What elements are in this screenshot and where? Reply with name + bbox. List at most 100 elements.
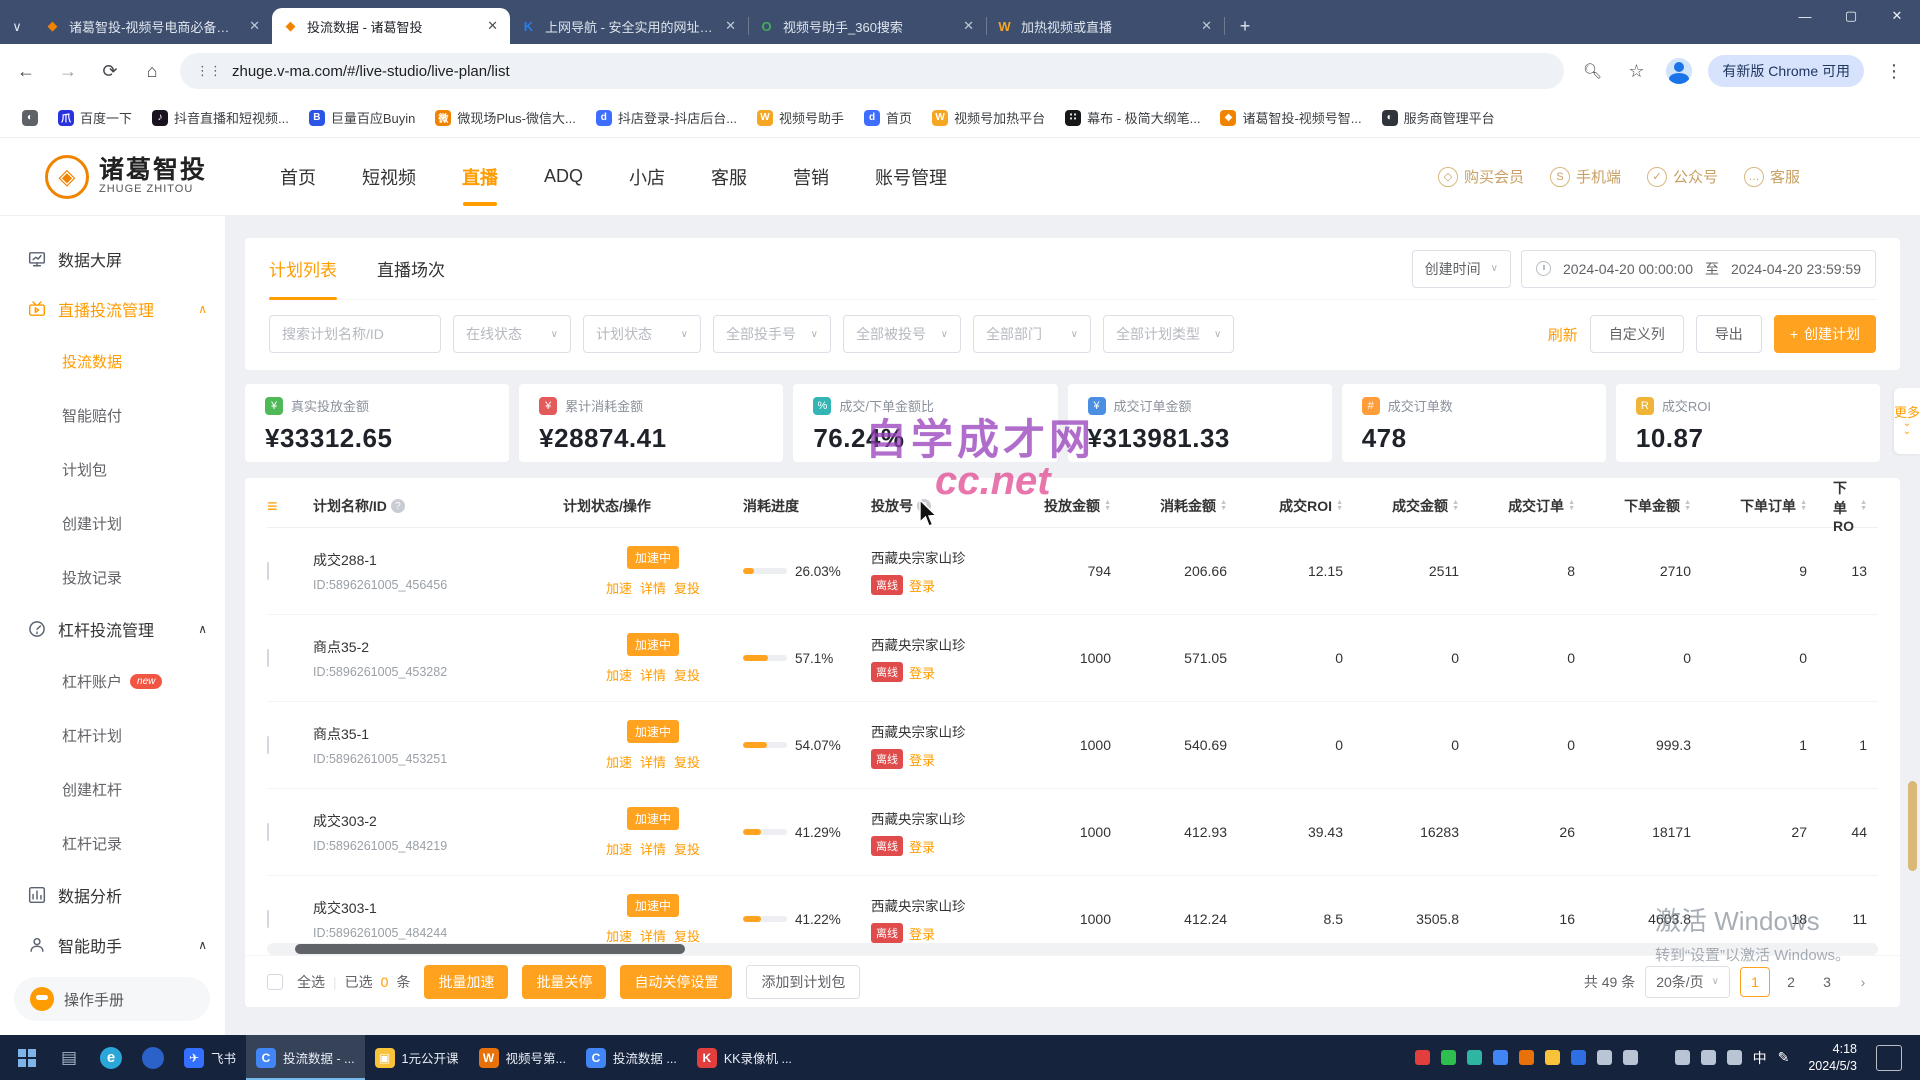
export-button[interactable]: 导出 <box>1696 315 1762 353</box>
column-header[interactable]: 下单RO▲▼ <box>1833 478 1893 534</box>
row-checkbox[interactable] <box>267 649 269 667</box>
auto-stop-settings-button[interactable]: 自动关停设置 <box>620 965 732 999</box>
tray-phone-icon[interactable] <box>1597 1050 1612 1065</box>
tray-teal-app-icon[interactable] <box>1467 1050 1482 1065</box>
row-checkbox[interactable] <box>267 562 269 580</box>
header-link[interactable]: ✓公众号 <box>1647 166 1718 187</box>
filter-select[interactable]: 在线状态∨ <box>453 315 571 353</box>
row-action-link[interactable]: 复投 <box>674 665 700 684</box>
date-range-picker[interactable]: 2024-04-20 00:00:00 至 2024-04-20 23:59:5… <box>1521 250 1876 288</box>
sort-icons[interactable]: ▲▼ <box>1452 500 1459 511</box>
row-checkbox[interactable] <box>267 823 269 841</box>
tray-wechat-icon[interactable] <box>1441 1050 1456 1065</box>
bookmark-item[interactable]: ∷幕布 - 极简大纲笔... <box>1057 104 1208 131</box>
create-plan-button[interactable]: + 创建计划 <box>1774 315 1876 353</box>
row-action-link[interactable]: 加速 <box>606 752 632 771</box>
nav-item-link[interactable]: ADQ <box>544 138 583 216</box>
bookmark-item[interactable]: ◐服务商管理平台 <box>1374 104 1503 131</box>
filter-select[interactable]: 计划状态∨ <box>583 315 701 353</box>
chrome-update-chip[interactable]: 有新版 Chrome 可用 <box>1708 55 1864 87</box>
header-link[interactable]: S手机端 <box>1550 166 1621 187</box>
tray-red-app-icon[interactable] <box>1415 1050 1430 1065</box>
tab-close-icon[interactable]: ✕ <box>1199 18 1214 34</box>
row-action-link[interactable]: 加速 <box>606 665 632 684</box>
tab-close-icon[interactable]: ✕ <box>723 18 738 34</box>
add-to-plan-package-button[interactable]: 添加到计划包 <box>746 965 860 999</box>
row-action-link[interactable]: 复投 <box>674 752 700 771</box>
taskbar-app[interactable]: ▣1元公开课 <box>365 1035 469 1080</box>
vertical-scrollbar-thumb[interactable] <box>1908 781 1917 871</box>
menu-icon[interactable]: ≡ <box>267 496 278 517</box>
taskbar-clock[interactable]: 4:18 2024/5/3 <box>1800 1041 1865 1075</box>
bookmark-item[interactable]: ◆诸葛智投-视频号智... <box>1212 104 1369 131</box>
row-action-link[interactable]: 复投 <box>674 926 700 945</box>
sidebar-subitem[interactable]: 计划包 <box>0 442 225 496</box>
address-bar[interactable]: ⋮⋮ zhuge.v-ma.com/#/live-studio/live-pla… <box>180 53 1564 89</box>
notification-center-icon[interactable] <box>1876 1045 1902 1071</box>
tray-chrome-icon[interactable] <box>1493 1050 1508 1065</box>
column-header[interactable]: 成交金额▲▼ <box>1369 496 1485 516</box>
next-page-button[interactable]: › <box>1848 967 1878 997</box>
nav-item-link[interactable]: 客服 <box>711 138 747 216</box>
row-checkbox[interactable] <box>267 736 269 754</box>
tray-folder-icon[interactable] <box>1545 1050 1560 1065</box>
bookmark-item[interactable]: ♪抖音直播和短视频... <box>144 104 297 131</box>
refresh-button[interactable]: 刷新 <box>1548 324 1578 345</box>
taskbar-app[interactable]: KKK录像机 ... <box>687 1035 802 1080</box>
sort-icons[interactable]: ▲▼ <box>1220 500 1227 511</box>
bookmark-item[interactable]: W视频号助手 <box>749 104 852 131</box>
row-checkbox[interactable] <box>267 910 269 928</box>
horizontal-scrollbar[interactable] <box>267 943 1878 955</box>
window-close-button[interactable]: ✕ <box>1874 0 1920 32</box>
row-action-link[interactable]: 复投 <box>674 839 700 858</box>
sidebar-item-dashboard[interactable]: 数据大屏 <box>0 234 225 284</box>
sidebar-item-lever[interactable]: 杠杆投流管理∧ <box>0 604 225 654</box>
sidebar-subitem[interactable]: 投放记录 <box>0 550 225 604</box>
plan-name[interactable]: 成交288-1 <box>313 550 563 570</box>
tray-shield-icon[interactable] <box>1571 1050 1586 1065</box>
header-link[interactable]: …客服 <box>1744 166 1800 187</box>
tray-volume-icon[interactable] <box>1701 1050 1716 1065</box>
table-row[interactable]: 成交303-2ID:5896261005_484219加速中加速详情复投41.2… <box>267 789 1878 876</box>
select-all-checkbox[interactable] <box>267 974 283 990</box>
page-button[interactable]: 3 <box>1812 967 1842 997</box>
nav-item-link[interactable]: 首页 <box>280 138 316 216</box>
sidebar-subitem[interactable]: 创建杠杆 <box>0 762 225 816</box>
plan-name[interactable]: 成交303-1 <box>313 898 563 918</box>
help-icon[interactable]: ? <box>917 499 931 513</box>
tab-live-sessions[interactable]: 直播场次 <box>377 238 445 300</box>
login-link[interactable]: 登录 <box>909 750 935 769</box>
login-link[interactable]: 登录 <box>909 576 935 595</box>
reload-button[interactable]: ⟳ <box>96 61 124 82</box>
nav-item-link[interactable]: 小店 <box>629 138 665 216</box>
plan-name[interactable]: 商点35-1 <box>313 724 563 744</box>
row-action-link[interactable]: 加速 <box>606 926 632 945</box>
bookmark-star-icon[interactable]: ☆ <box>1622 61 1650 82</box>
sidebar-manual-button[interactable]: 操作手册 <box>14 977 210 1021</box>
back-button[interactable]: ← <box>12 61 40 82</box>
browser-tab[interactable]: W加热视频或直播✕ <box>986 8 1224 44</box>
sidebar-item-live[interactable]: 直播投流管理∧ <box>0 284 225 334</box>
bookmark-item[interactable]: B巨量百应Buyin <box>301 104 424 131</box>
column-header[interactable]: 下单金额▲▼ <box>1601 496 1717 516</box>
ime-indicator[interactable]: 中 <box>1753 1048 1767 1068</box>
home-button[interactable]: ⌂ <box>138 61 166 82</box>
taskbar-app[interactable]: C投流数据 - ... <box>246 1035 365 1080</box>
sidebar-subitem[interactable]: 杠杆记录 <box>0 816 225 870</box>
app-logo[interactable]: ◈ 诸葛智投 ZHUGE ZHITOU <box>45 155 260 199</box>
nav-item-active[interactable]: 直播 <box>462 138 498 216</box>
page-button[interactable]: 2 <box>1776 967 1806 997</box>
filter-select[interactable]: 全部部门∨ <box>973 315 1091 353</box>
row-action-link[interactable]: 详情 <box>640 752 666 771</box>
tray-mic-icon[interactable] <box>1623 1050 1638 1065</box>
start-button[interactable] <box>6 1035 48 1080</box>
header-link[interactable]: ◇购买会员 <box>1438 166 1524 187</box>
row-action-link[interactable]: 复投 <box>674 578 700 597</box>
sort-icons[interactable]: ▲▼ <box>1104 500 1111 511</box>
sort-icons[interactable]: ▲▼ <box>1684 500 1691 511</box>
horizontal-scrollbar-thumb[interactable] <box>295 944 685 954</box>
window-minimize-button[interactable]: — <box>1782 0 1828 32</box>
sort-icons[interactable]: ▲▼ <box>1336 500 1343 511</box>
tab-search-chevron-icon[interactable]: ∨ <box>0 10 34 44</box>
edge-browser-icon[interactable]: e <box>90 1035 132 1080</box>
